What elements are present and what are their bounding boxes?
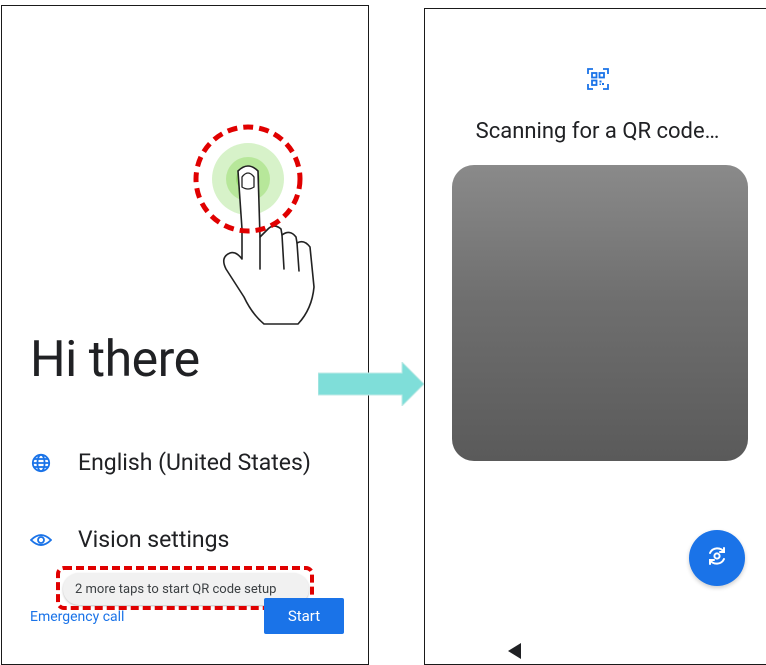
vision-settings-label: Vision settings — [78, 526, 230, 553]
eye-icon — [30, 529, 52, 551]
globe-icon — [30, 452, 52, 474]
transition-arrow-icon — [317, 360, 425, 408]
emergency-call-link[interactable]: Emergency call — [30, 609, 124, 625]
qr-scan-screen: Scanning for a QR code… — [424, 8, 766, 665]
camera-switch-icon — [704, 543, 730, 573]
switch-camera-button[interactable] — [689, 530, 745, 586]
back-triangle-icon[interactable] — [508, 643, 522, 659]
start-button[interactable]: Start — [264, 598, 344, 634]
tap-gesture-illustration — [186, 119, 326, 329]
welcome-title: Hi there — [30, 331, 200, 389]
vision-settings-option[interactable]: Vision settings — [30, 526, 229, 553]
scan-title: Scanning for a QR code… — [475, 119, 720, 144]
hi-there-screen: Hi there English (United States) Vision … — [1, 5, 369, 665]
language-option[interactable]: English (United States) — [30, 449, 311, 476]
language-label: English (United States) — [78, 449, 311, 476]
qr-code-scan-icon — [586, 67, 610, 91]
camera-preview — [452, 165, 748, 461]
